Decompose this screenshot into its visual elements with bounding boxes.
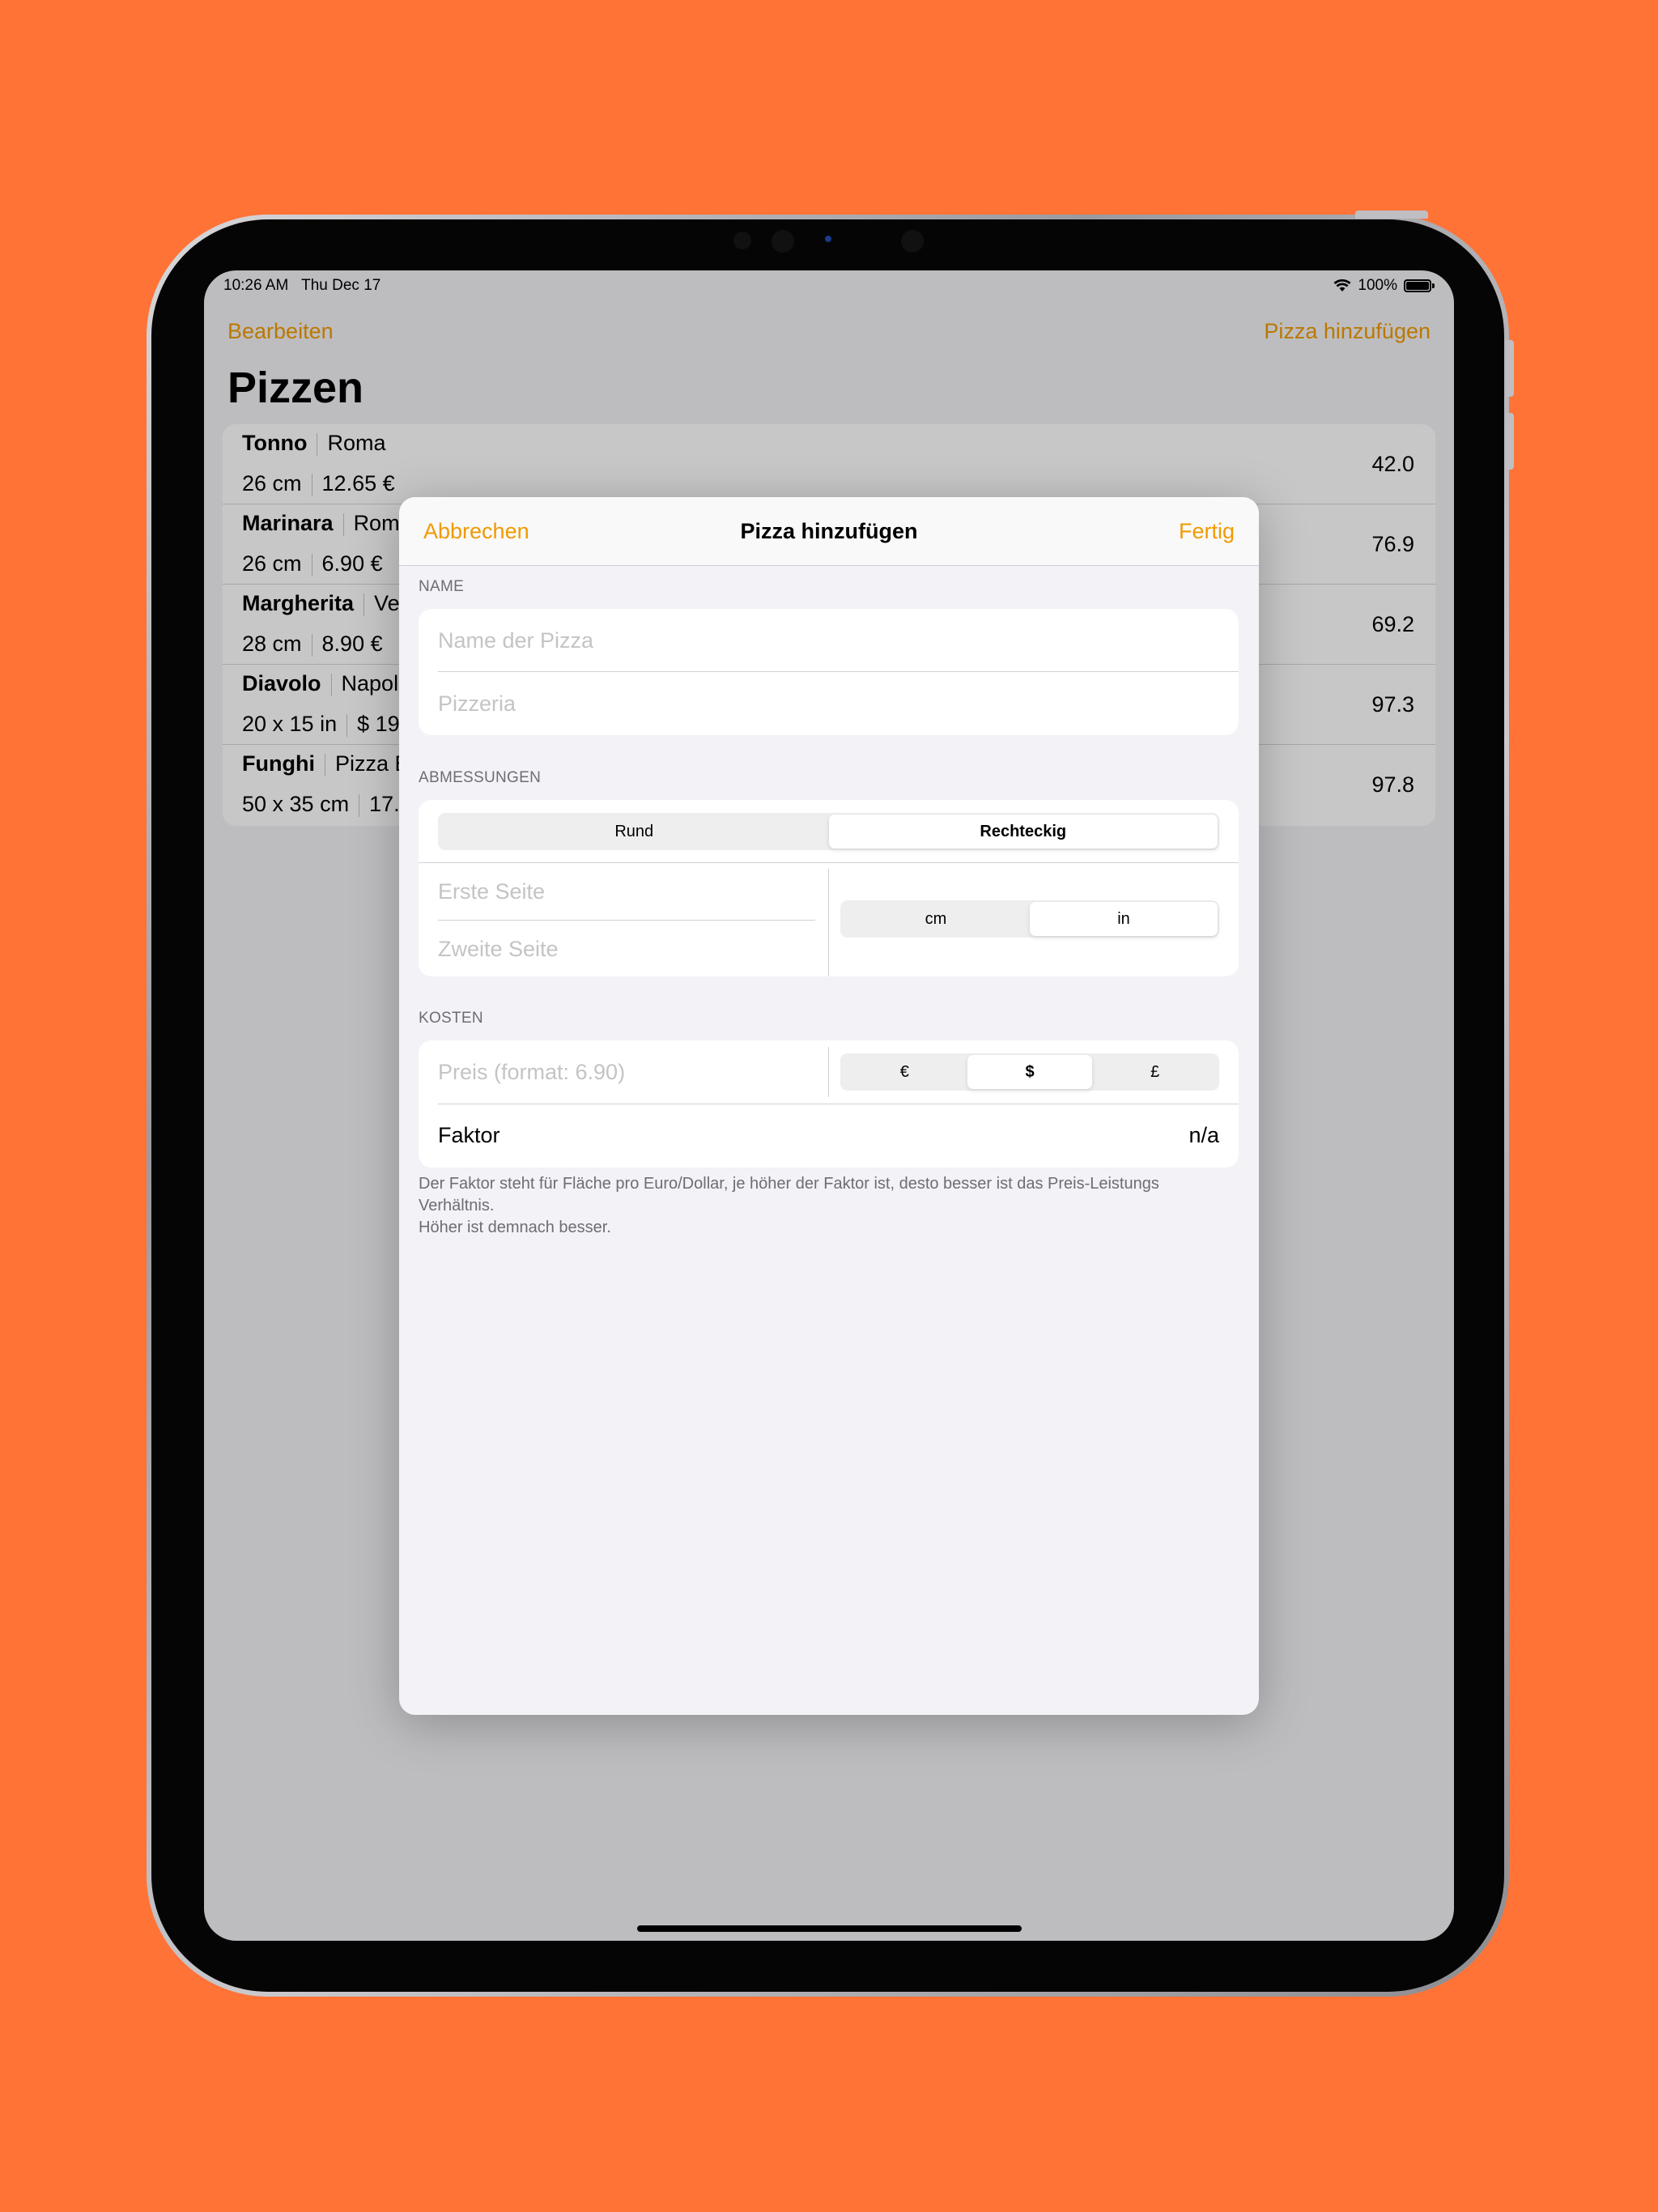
pizzeria-field[interactable]: Pizzeria bbox=[419, 672, 1239, 735]
status-bar: 10:26 AM Thu Dec 17 100% bbox=[204, 270, 1454, 303]
second-side-placeholder: Zweite Seite bbox=[438, 937, 559, 961]
currency-option-dollar[interactable]: $ bbox=[967, 1055, 1093, 1089]
divider bbox=[828, 869, 829, 976]
shape-segmented-control[interactable]: Rund Rechteckig bbox=[438, 813, 1219, 850]
name-group: Name der Pizza Pizzeria bbox=[419, 609, 1239, 735]
factor-value: n/a bbox=[1188, 1123, 1219, 1147]
price-placeholder: Preis (format: 6.90) bbox=[438, 1060, 626, 1084]
footnote-line-1: Der Faktor steht für Fläche pro Euro/Dol… bbox=[419, 1175, 1159, 1214]
status-right: 100% bbox=[1333, 277, 1435, 295]
done-button[interactable]: Fertig bbox=[1179, 519, 1235, 544]
currency-option-euro[interactable]: € bbox=[842, 1055, 967, 1089]
pizzeria-placeholder: Pizzeria bbox=[438, 691, 517, 716]
camera-lens bbox=[772, 230, 794, 253]
section-label-dimensions: ABMESSUNGEN bbox=[419, 769, 542, 786]
battery-percent: 100% bbox=[1358, 277, 1397, 294]
sensor-dot bbox=[733, 232, 751, 249]
currency-segmented-control[interactable]: € $ £ bbox=[840, 1053, 1219, 1091]
battery-icon bbox=[1404, 279, 1431, 292]
sheet-header: Abbrechen Pizza hinzufügen Fertig bbox=[399, 497, 1259, 566]
price-field[interactable]: Preis (format: 6.90) bbox=[419, 1040, 828, 1104]
top-button bbox=[1355, 211, 1428, 219]
footnote-line-2: Höher ist demnach besser. bbox=[419, 1219, 611, 1236]
unit-segmented-control[interactable]: cm in bbox=[840, 900, 1219, 938]
sheet-title: Pizza hinzufügen bbox=[740, 519, 918, 543]
battery-cap bbox=[1432, 283, 1435, 288]
unit-option-cm[interactable]: cm bbox=[842, 902, 1030, 936]
cost-group: Preis (format: 6.90) € $ £ Faktor n/a bbox=[419, 1040, 1239, 1168]
factor-footnote: Der Faktor steht für Fläche pro Euro/Dol… bbox=[419, 1173, 1239, 1239]
volume-down-button bbox=[1506, 413, 1514, 470]
volume-up-button bbox=[1506, 340, 1514, 397]
wifi-icon bbox=[1333, 279, 1351, 291]
shape-option-rectangular[interactable]: Rechteckig bbox=[828, 815, 1218, 849]
unit-option-in[interactable]: in bbox=[1030, 902, 1218, 936]
camera-indicator bbox=[825, 236, 831, 242]
home-indicator[interactable] bbox=[637, 1925, 1022, 1932]
pizza-name-field[interactable]: Name der Pizza bbox=[419, 609, 1239, 672]
first-side-placeholder: Erste Seite bbox=[438, 879, 546, 904]
factor-label: Faktor bbox=[438, 1123, 500, 1147]
currency-option-pound[interactable]: £ bbox=[1092, 1055, 1218, 1089]
second-side-field[interactable]: Zweite Seite bbox=[419, 921, 815, 976]
shape-option-round[interactable]: Rund bbox=[440, 815, 829, 849]
first-side-field[interactable]: Erste Seite bbox=[419, 863, 815, 920]
section-label-name: NAME bbox=[419, 578, 465, 595]
face-id-sensor bbox=[901, 230, 924, 253]
section-label-cost: KOSTEN bbox=[419, 1010, 483, 1027]
add-pizza-sheet: Abbrechen Pizza hinzufügen Fertig NAME N… bbox=[399, 497, 1259, 1715]
divider bbox=[828, 1047, 829, 1097]
status-time: 10:26 AM Thu Dec 17 bbox=[223, 277, 381, 294]
pizza-name-placeholder: Name der Pizza bbox=[438, 628, 594, 653]
dimensions-group: Rund Rechteckig Erste Seite Zweite Seite… bbox=[419, 800, 1239, 976]
